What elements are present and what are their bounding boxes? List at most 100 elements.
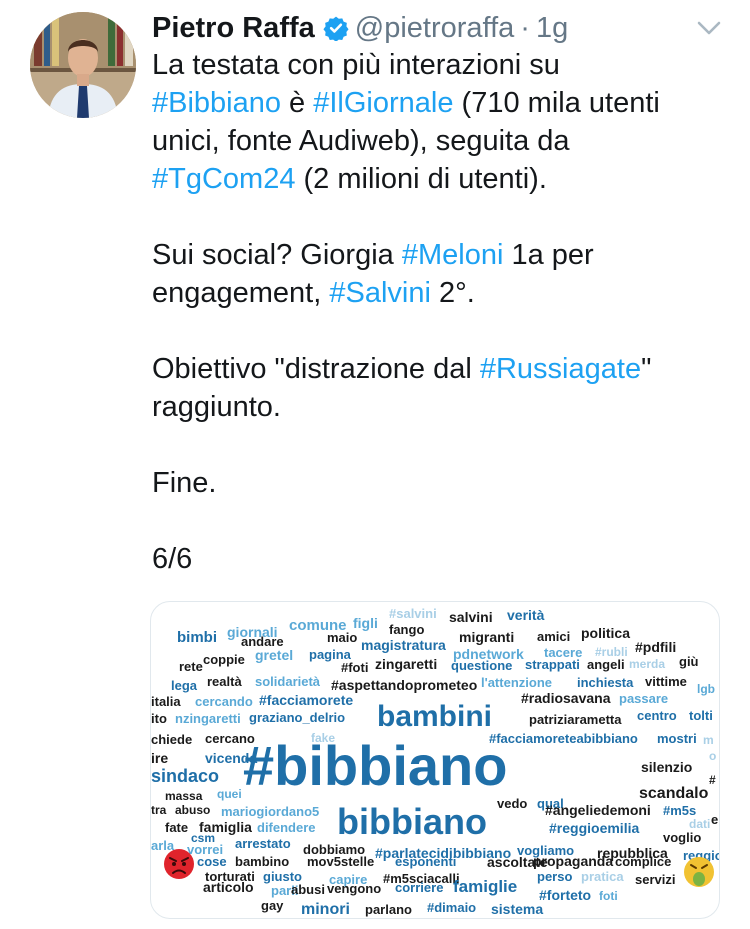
text-segment: Fine.	[152, 467, 217, 499]
word-cloud-term: politica	[581, 625, 630, 641]
word-cloud-term: nzingaretti	[175, 711, 241, 726]
word-cloud-term: #bibbiano	[243, 734, 507, 797]
word-cloud-term: maio	[327, 630, 357, 645]
hashtag-salvini[interactable]: #Salvini	[329, 277, 431, 309]
word-cloud-term: merda	[629, 657, 665, 671]
word-cloud-term: salvini	[449, 609, 493, 625]
word-cloud-term: #angeliedemoni	[545, 802, 651, 818]
word-cloud-term: bambini	[377, 700, 492, 733]
text-segment: 1a per	[503, 239, 594, 271]
hashtag-tgcom24[interactable]: #TgCom24	[152, 163, 295, 195]
word-cloud-term: vengono	[327, 881, 381, 896]
word-cloud-term: massa	[165, 789, 203, 803]
hashtag-meloni[interactable]: #Meloni	[402, 239, 504, 271]
word-cloud-term: m	[703, 733, 714, 747]
author-name[interactable]: Pietro Raffa	[152, 12, 315, 45]
word-cloud-term: ito	[151, 711, 167, 726]
word-cloud-term: centro	[637, 708, 677, 723]
word-cloud-term: graziano_delrio	[249, 710, 345, 725]
word-cloud-term: abuso	[175, 803, 210, 817]
text-segment: engagement,	[152, 277, 330, 309]
word-cloud-term: arla	[151, 838, 175, 853]
word-cloud-term: italia	[151, 694, 181, 709]
hashtag-russiagate[interactable]: #Russiagate	[480, 353, 641, 385]
word-cloud-term: bimbi	[177, 629, 217, 646]
word-cloud-term: famiglie	[453, 877, 517, 896]
angry-face-icon	[164, 849, 194, 879]
word-cloud-term: quei	[217, 787, 242, 801]
word-cloud-term: #aspettandoprometeo	[331, 677, 477, 693]
word-cloud-term: esponenti	[395, 854, 456, 869]
text-segment: Obiettivo "distrazione dal	[152, 353, 480, 385]
attached-image-card[interactable]: bimbi giornali comune figli #salvini salvini v…	[150, 601, 720, 919]
tweet-line: #TgCom24 (2 milioni di utenti).	[152, 160, 732, 198]
word-cloud-term: perso	[537, 869, 572, 884]
word-cloud-term: gay	[261, 898, 284, 913]
word-cloud-term: #forteto	[539, 887, 591, 903]
word-cloud-term: vittime	[645, 674, 687, 689]
word-cloud-term: chiede	[151, 732, 192, 747]
word-cloud-term: zingaretti	[375, 656, 437, 672]
word-cloud-term: l'attenzione	[481, 675, 552, 690]
tweet-line: engagement, #Salvini 2°.	[152, 274, 732, 312]
word-cloud-term: complice	[615, 854, 671, 869]
tweet-line: #Bibbiano è #IlGiornale (710 mila utenti	[152, 84, 732, 122]
word-cloud-term: tolti	[689, 708, 713, 723]
tweet-line: Fine.	[152, 464, 732, 502]
word-cloud-term: lega	[171, 678, 198, 693]
word-cloud-term: passare	[619, 691, 668, 706]
word-cloud-term: pratica	[581, 869, 624, 884]
word-cloud-term: #reggioemilia	[549, 820, 639, 836]
word-cloud-term: strappati	[525, 657, 580, 672]
word-cloud-term: solidarietà	[255, 674, 321, 689]
text-segment: 2°.	[430, 277, 475, 309]
word-cloud-term: #facciamoreteabibbiano	[489, 731, 638, 746]
author-handle[interactable]: @pietroraffa	[355, 12, 515, 45]
chevron-down-icon[interactable]	[694, 16, 724, 40]
author-avatar[interactable]	[30, 12, 136, 118]
word-cloud-term: mov5stelle	[307, 854, 374, 869]
word-cloud-term: cercando	[195, 694, 253, 709]
tweet-text: La testata con più interazioni su #Bibbi…	[152, 46, 732, 578]
word-cloud-term: bibbiano	[337, 801, 487, 842]
word-cloud-term: dati	[689, 817, 710, 831]
text-segment: Sui social? Giorgia	[152, 239, 402, 271]
avatar-photo	[30, 12, 136, 118]
word-cloud-term: figli	[353, 615, 378, 631]
word-cloud-term: #salvini	[389, 606, 437, 621]
word-cloud-term: cose	[197, 854, 227, 869]
word-cloud-term: corriere	[395, 880, 443, 895]
word-cloud-term: fango	[389, 622, 424, 637]
word-cloud-term: arrestato	[235, 836, 291, 851]
word-cloud-term: angeli	[587, 657, 625, 672]
word-cloud-term: #	[709, 773, 716, 787]
word-cloud-term: amici	[537, 629, 570, 644]
word-cloud-term: inchiesta	[577, 675, 634, 690]
word-cloud-term: #radiosavana	[521, 690, 611, 706]
word-cloud-term: voglio	[663, 830, 701, 845]
hashtag-bibbiano[interactable]: #Bibbiano	[152, 87, 281, 119]
word-cloud-term: realtà	[207, 674, 242, 689]
text-segment: 6/6	[152, 543, 193, 575]
tweet-line: Sui social? Giorgia #Meloni 1a per	[152, 236, 732, 274]
word-cloud-term: servizi	[635, 872, 675, 887]
word-cloud-term: e	[711, 812, 718, 827]
word-cloud-image: bimbi giornali comune figli#salvini salvini v…	[151, 606, 719, 918]
word-cloud-term: o	[709, 749, 716, 763]
word-cloud-term: minori	[301, 901, 350, 918]
word-cloud-term: lgb	[697, 682, 715, 696]
hashtag-ilgiornale[interactable]: #IlGiornale	[313, 87, 453, 119]
word-cloud-term: #foti	[341, 660, 368, 675]
word-cloud-term: rete	[179, 659, 203, 674]
tweet-line: raggiunto.	[152, 388, 732, 426]
word-cloud-term: giù	[679, 654, 699, 669]
word-cloud-term: ire	[151, 750, 168, 766]
word-cloud-term: fate	[165, 820, 188, 835]
word-cloud-term: difendere	[257, 820, 316, 835]
verified-badge-icon	[323, 16, 349, 41]
tweet-timestamp[interactable]: 1g	[536, 12, 568, 45]
word-cloud-term: scandalo	[639, 785, 709, 802]
